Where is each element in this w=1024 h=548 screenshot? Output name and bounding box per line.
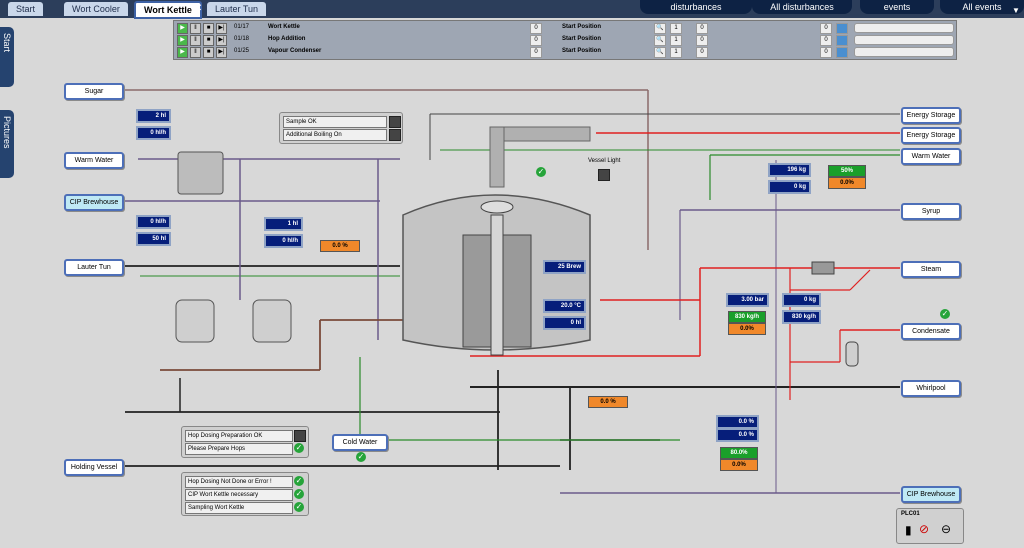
- value-display: 1 hl: [264, 217, 303, 231]
- separator-vessel: [845, 341, 859, 367]
- orange-value: 0.0%: [828, 177, 866, 189]
- message-prepare-hops: Please Prepare Hops: [185, 443, 293, 455]
- value-display: 0 hl/h: [136, 215, 171, 229]
- value-display: 0 kg: [768, 180, 811, 194]
- label-energy-storage[interactable]: Energy Storage: [901, 107, 961, 124]
- plc-label: PLC01: [901, 511, 920, 517]
- message-hop-dosing-error: Hop Dosing Not Done or Error !: [185, 476, 293, 488]
- value-display: 0 hl/h: [264, 234, 303, 248]
- value-display: 2 hl: [136, 109, 171, 123]
- check-icon[interactable]: ✓: [294, 443, 304, 453]
- disable-icon[interactable]: ⊘: [919, 522, 929, 536]
- check-icon[interactable]: ✓: [536, 167, 546, 177]
- label-cip-brewhouse-right[interactable]: CIP Brewhouse: [901, 486, 961, 503]
- value-display: 50 hl: [136, 232, 171, 246]
- value-display: 196 kg: [768, 163, 811, 177]
- kettle-stack: [490, 214, 504, 356]
- label-holding-vessel[interactable]: Holding Vessel: [64, 459, 124, 476]
- plc-panel: PLC01 ▮ ⊘ ⊖: [896, 508, 964, 544]
- check-icon[interactable]: ✓: [294, 502, 304, 512]
- orange-value: 0.0 %: [320, 240, 360, 252]
- orange-value: 0.0%: [728, 323, 766, 335]
- check-icon[interactable]: ✓: [294, 489, 304, 499]
- label-lauter-tun[interactable]: Lauter Tun: [64, 259, 124, 276]
- steam-filter: [811, 261, 835, 275]
- green-value: 80.0%: [720, 447, 758, 459]
- traffic-light-icon[interactable]: ▮: [905, 523, 912, 537]
- green-value: 50%: [828, 165, 866, 177]
- value-display: 0.0 %: [716, 415, 759, 429]
- hop-message-panel: Hop Dosing Preparation OK Please Prepare…: [181, 426, 309, 458]
- vessel-light-label: Vessel Light: [588, 158, 621, 164]
- label-energy-storage[interactable]: Energy Storage: [901, 127, 961, 144]
- value-display: 830 kg/h: [782, 310, 821, 324]
- status-indicator[interactable]: [389, 116, 401, 128]
- value-display: 0.0 %: [716, 428, 759, 442]
- heat-exchanger: [177, 151, 224, 195]
- value-display: 0 hl: [543, 316, 586, 330]
- message-cip-necessary: CIP Wort Kettle necessary: [185, 489, 293, 501]
- message-additional-boiling: Additional Boiling On: [283, 129, 387, 141]
- value-display: 20.0 °C: [543, 299, 586, 313]
- value-display: 3.00 bar: [726, 293, 769, 307]
- status-indicator[interactable]: [294, 430, 306, 442]
- status-message-panel: Sample OK Additional Boiling On: [279, 112, 403, 144]
- label-warm-water-right[interactable]: Warm Water: [901, 148, 961, 165]
- label-steam[interactable]: Steam: [901, 261, 961, 278]
- green-value: 830 kg/h: [728, 311, 766, 323]
- check-icon[interactable]: ✓: [294, 476, 304, 486]
- value-display: 0 hl/h: [136, 126, 171, 140]
- label-condensate[interactable]: Condensate: [901, 323, 961, 340]
- status-indicator[interactable]: [389, 129, 401, 141]
- tank-1: [175, 299, 215, 343]
- message-sample-ok: Sample OK: [283, 116, 387, 128]
- label-cip-brewhouse[interactable]: CIP Brewhouse: [64, 194, 124, 211]
- value-display: 25 Brew: [543, 260, 586, 274]
- label-syrup[interactable]: Syrup: [901, 203, 961, 220]
- message-hop-dosing-prep: Hop Dosing Preparation OK: [185, 430, 293, 442]
- vapour-pipe: [489, 126, 505, 188]
- check-icon[interactable]: ✓: [940, 309, 950, 319]
- label-whirlpool[interactable]: Whirlpool: [901, 380, 961, 397]
- message-sampling: Sampling Wort Kettle: [185, 502, 293, 514]
- value-display: 0 kg: [782, 293, 821, 307]
- label-warm-water[interactable]: Warm Water: [64, 152, 124, 169]
- check-icon[interactable]: ✓: [356, 452, 366, 462]
- label-cold-water[interactable]: Cold Water: [332, 434, 388, 451]
- vapour-pipe: [489, 126, 591, 142]
- tank-2: [252, 299, 292, 343]
- vessel-light-button[interactable]: [598, 169, 610, 181]
- cip-message-panel: Hop Dosing Not Done or Error ! CIP Wort …: [181, 472, 309, 516]
- pipe: [849, 269, 871, 291]
- kettle-lid: [480, 200, 514, 214]
- orange-value: 0.0 %: [588, 396, 628, 408]
- label-sugar[interactable]: Sugar: [64, 83, 124, 100]
- orange-value: 0.0%: [720, 459, 758, 471]
- piping-diagram: [125, 89, 900, 494]
- stop-circle-icon[interactable]: ⊖: [941, 522, 951, 536]
